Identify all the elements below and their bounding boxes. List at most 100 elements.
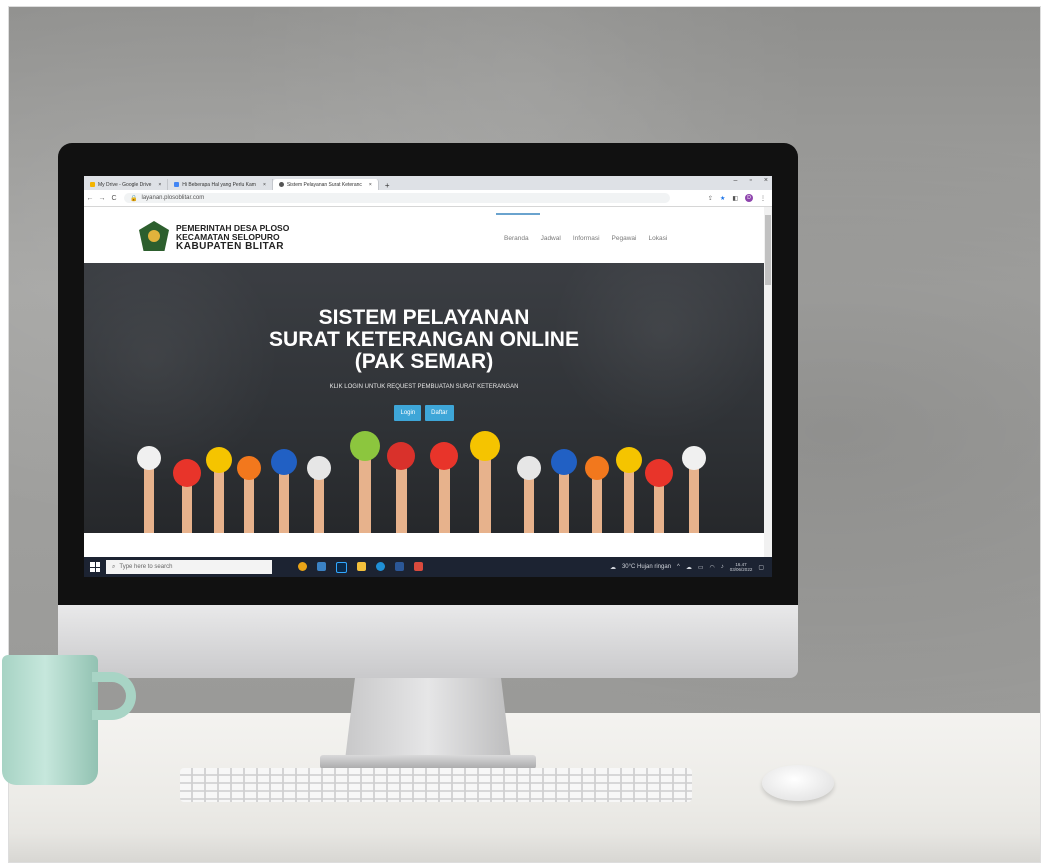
hand-2 xyxy=(173,459,201,533)
organization-name: PEMERINTAH DESA PLOSO KECAMATAN SELOPURO… xyxy=(176,224,289,252)
globe-icon xyxy=(278,182,284,187)
close-icon[interactable]: × xyxy=(263,182,266,188)
tab-label: Sistem Pelayanan Surat Keteranc xyxy=(286,181,362,188)
sidebar-icon[interactable]: ◧ xyxy=(732,195,738,202)
nav-beranda[interactable]: Beranda xyxy=(496,213,540,242)
hand-3 xyxy=(206,447,232,533)
close-window-icon[interactable]: × xyxy=(764,177,768,184)
hand-6 xyxy=(307,456,331,533)
hand-16 xyxy=(682,446,706,533)
taskbar-apps xyxy=(298,561,423,573)
hand-8 xyxy=(387,442,415,533)
share-icon[interactable]: ⇪ xyxy=(708,195,713,202)
chrome-icon[interactable] xyxy=(298,561,307,571)
lock-icon: 🔒 xyxy=(130,195,138,202)
scrollbar[interactable] xyxy=(764,207,772,557)
nav-pegawai[interactable]: Pegawai xyxy=(612,235,637,242)
hero-buttons: Login Daftar xyxy=(84,405,764,421)
back-icon[interactable]: ← xyxy=(84,195,96,202)
hand-11 xyxy=(517,456,541,533)
more-icon[interactable]: ⋮ xyxy=(760,195,766,202)
weather-text[interactable]: 30°C Hujan ringan xyxy=(622,564,671,570)
hand-14 xyxy=(616,447,642,533)
wifi-icon[interactable]: ◠ xyxy=(710,564,715,571)
word-icon[interactable] xyxy=(395,561,404,571)
hero-subtitle: KLIK LOGIN UNTUK REQUEST PEMBUATAN SURAT… xyxy=(329,384,519,390)
system-tray: ☁ 30°C Hujan ringan ^ ☁ ▭ ◠ ♪ 16.47 03/0… xyxy=(610,562,764,572)
tab-article[interactable]: Hi Beberapa Hal yang Perlu Kam × xyxy=(168,179,273,190)
url-field[interactable]: 🔒 layanan.plosoblitar.com xyxy=(124,193,670,203)
hand-5 xyxy=(271,449,297,533)
forward-icon[interactable]: → xyxy=(96,195,108,202)
painted-hands-illustration xyxy=(137,431,706,533)
notification-icon[interactable]: ▢ xyxy=(758,564,764,571)
regency-logo-icon[interactable] xyxy=(139,221,169,251)
page-icon xyxy=(174,182,180,187)
hand-12 xyxy=(551,449,577,533)
hero-title-line3: (PAK SEMAR) xyxy=(354,350,494,373)
tab-label: Hi Beberapa Hal yang Perlu Kam xyxy=(182,181,256,188)
nav-jadwal[interactable]: Jadwal xyxy=(541,235,561,242)
monitor-screen: My Drive - Google Drive × Hi Beberapa Ha… xyxy=(84,176,772,577)
website: PEMERINTAH DESA PLOSO KECAMATAN SELOPURO… xyxy=(84,207,764,557)
taskbar-clock[interactable]: 16.47 03/06/2022 xyxy=(730,562,753,572)
nav-informasi[interactable]: Informasi xyxy=(573,235,600,242)
close-icon[interactable]: × xyxy=(369,182,372,188)
profile-avatar[interactable]: D xyxy=(745,194,753,202)
login-button[interactable]: Login xyxy=(394,405,422,421)
hero-title-line1: SISTEM PELAYANAN xyxy=(318,306,530,329)
store-icon[interactable] xyxy=(317,561,326,571)
hand-7 xyxy=(350,431,380,533)
hand-10 xyxy=(470,431,500,533)
clock-date: 03/06/2022 xyxy=(729,567,753,572)
search-placeholder: Type here to search xyxy=(119,564,173,570)
hand-9 xyxy=(430,442,458,533)
tab-sistem-pelayanan[interactable]: Sistem Pelayanan Surat Keteranc × xyxy=(272,179,379,190)
browser-tab-bar: My Drive - Google Drive × Hi Beberapa Ha… xyxy=(84,176,772,190)
content-area xyxy=(84,533,764,557)
windows-start-icon[interactable] xyxy=(90,562,100,572)
site-nav: Beranda Jadwal Informasi Pegawai Lokasi xyxy=(496,213,667,242)
minimize-icon[interactable]: – xyxy=(734,177,738,184)
reload-icon[interactable]: C xyxy=(108,195,120,202)
hand-1 xyxy=(137,446,161,533)
cloud-icon[interactable]: ☁ xyxy=(686,564,692,571)
new-tab-icon[interactable]: + xyxy=(379,181,396,190)
nav-lokasi[interactable]: Lokasi xyxy=(648,235,667,242)
hero-title: SISTEM PELAYANAN SURAT KETERANGAN ONLINE… xyxy=(84,307,764,373)
app-icon[interactable] xyxy=(414,561,423,571)
taskbar-search-input[interactable]: ⌕ Type here to search xyxy=(106,560,272,574)
close-icon[interactable]: × xyxy=(158,182,161,188)
keyboard xyxy=(180,768,692,802)
hand-15 xyxy=(645,459,673,533)
browser-toolbar-icons: ⇪ ★ ◧ D ⋮ xyxy=(708,194,766,202)
scrollbar-thumb[interactable] xyxy=(765,215,771,285)
battery-icon[interactable]: ▭ xyxy=(698,564,704,571)
hand-13 xyxy=(585,456,609,533)
monitor-stand xyxy=(345,678,511,760)
chevron-up-icon[interactable]: ^ xyxy=(677,564,680,570)
maximize-icon[interactable]: ▫ xyxy=(749,177,751,184)
photoshop-icon[interactable] xyxy=(336,561,347,573)
tab-label: My Drive - Google Drive xyxy=(98,181,152,188)
org-line3: KABUPATEN BLITAR xyxy=(176,241,284,252)
edge-icon[interactable] xyxy=(376,561,385,571)
volume-icon[interactable]: ♪ xyxy=(721,564,724,570)
file-explorer-icon[interactable] xyxy=(357,561,366,571)
monitor-stand-base xyxy=(320,755,536,769)
drive-icon xyxy=(90,182,95,187)
monitor-chin xyxy=(58,605,798,678)
windows-taskbar: ⌕ Type here to search ☁ 30°C Hujan ringa… xyxy=(84,557,772,577)
mint-mug xyxy=(2,655,98,785)
address-bar: ← → C 🔒 layanan.plosoblitar.com ⇪ ★ ◧ D … xyxy=(84,190,772,207)
hand-4 xyxy=(237,456,261,533)
window-controls: – ▫ × xyxy=(734,177,768,184)
tab-google-drive[interactable]: My Drive - Google Drive × xyxy=(84,179,169,190)
daftar-button[interactable]: Daftar xyxy=(425,405,454,421)
site-header: PEMERINTAH DESA PLOSO KECAMATAN SELOPURO… xyxy=(84,207,764,263)
mouse xyxy=(762,765,834,801)
search-icon: ⌕ xyxy=(112,563,116,570)
star-icon[interactable]: ★ xyxy=(720,195,725,202)
weather-icon: ☁ xyxy=(609,564,616,571)
hero-title-line2: SURAT KETERANGAN ONLINE xyxy=(269,328,579,351)
